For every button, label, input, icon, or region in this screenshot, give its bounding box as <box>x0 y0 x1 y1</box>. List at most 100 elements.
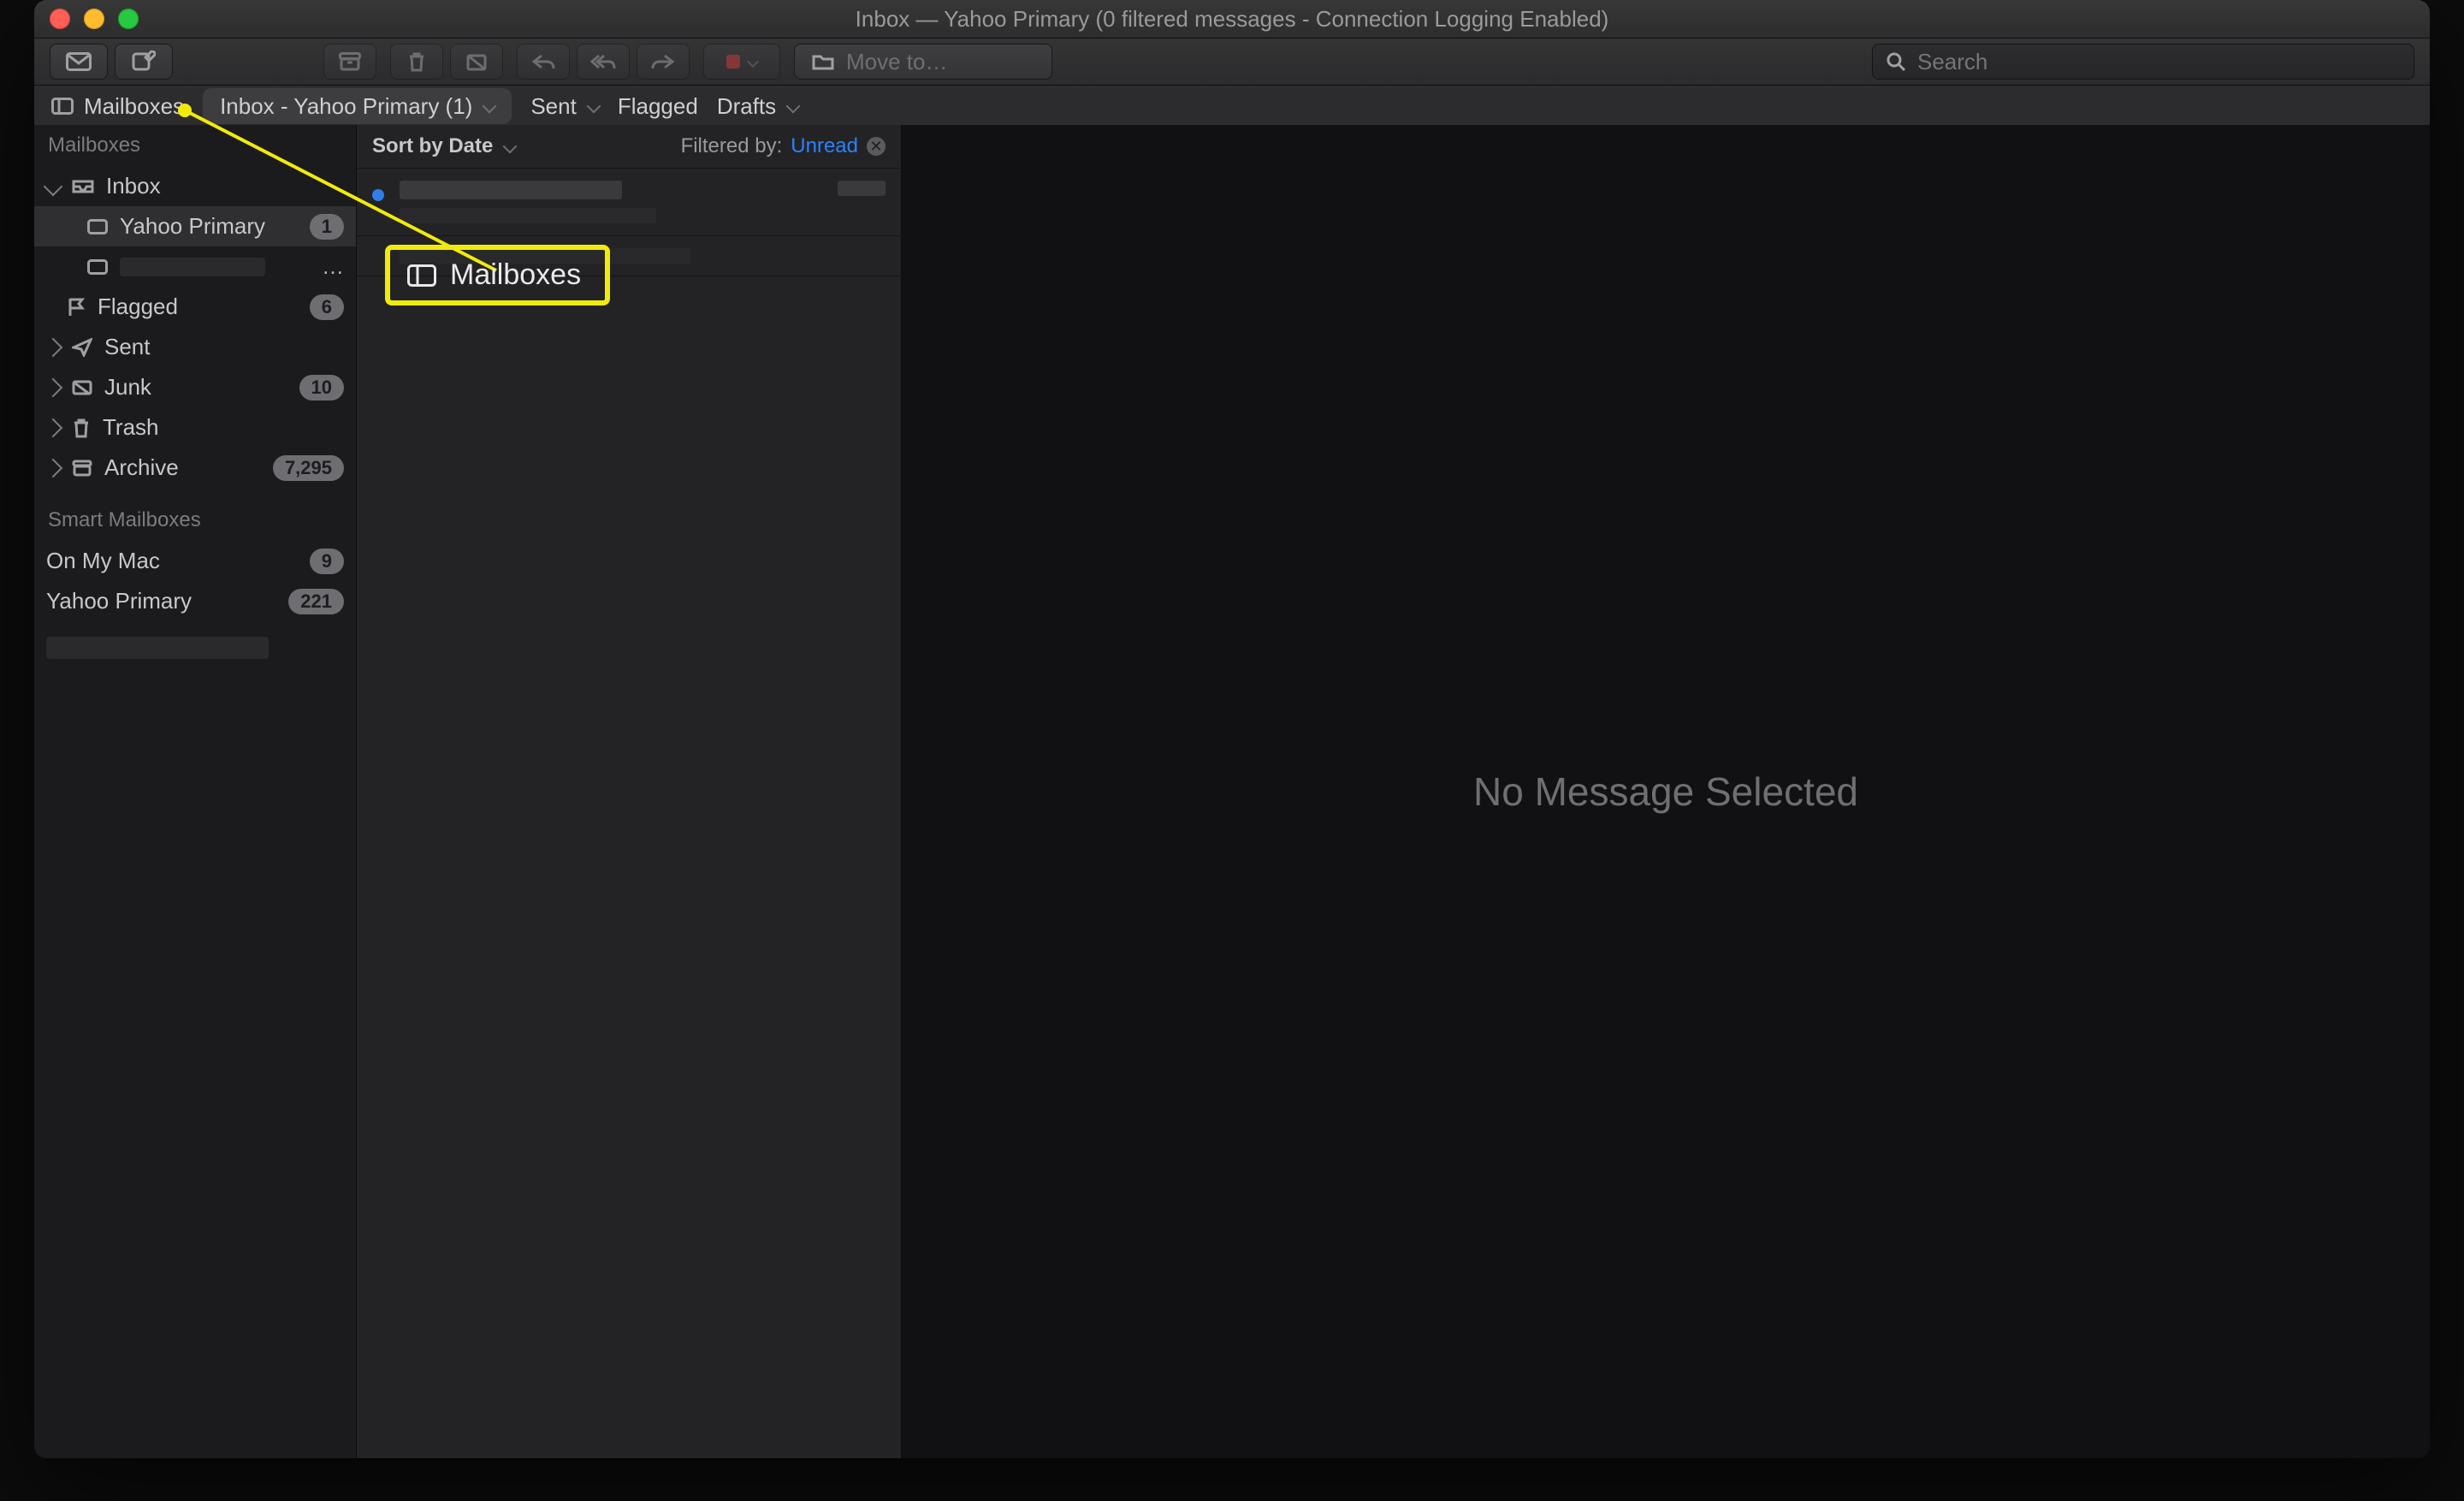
chevron-down-icon <box>747 56 759 68</box>
callout-label: Mailboxes <box>450 258 581 292</box>
search-field[interactable] <box>1872 44 2414 80</box>
window-title: Inbox — Yahoo Primary (0 filtered messag… <box>34 6 2430 33</box>
archive-icon <box>72 460 92 477</box>
chevron-down-icon <box>786 99 801 114</box>
paperplane-icon <box>72 338 92 357</box>
trash-icon <box>407 51 426 72</box>
sidebar-archive-count: 7,295 <box>273 455 344 481</box>
archive-button[interactable] <box>323 44 376 80</box>
sidebar-sent-label: Sent <box>104 334 151 360</box>
junk-button[interactable] <box>450 44 503 80</box>
mailboxes-label: Mailboxes <box>84 93 184 120</box>
mailbox-icon <box>87 259 108 275</box>
sidebar-item-junk[interactable]: Junk 10 <box>34 367 356 407</box>
mailbox-sidebar: Mailboxes Inbox Yahoo Primary 1 <box>34 125 357 1458</box>
disclosure-right-icon[interactable] <box>44 458 63 478</box>
compose-button[interactable] <box>115 44 173 80</box>
chevron-down-icon <box>483 99 497 114</box>
disclosure-right-icon[interactable] <box>44 418 63 437</box>
reply-button[interactable] <box>517 44 570 80</box>
redacted-preview <box>400 208 656 223</box>
callout-anchor-dot <box>178 104 192 117</box>
disclosure-right-icon[interactable] <box>44 377 63 397</box>
clear-filter-button[interactable]: ✕ <box>867 137 886 156</box>
redacted-time <box>838 181 886 196</box>
trash-icon <box>72 418 91 438</box>
sidebar-item-archive[interactable]: Archive 7,295 <box>34 448 356 488</box>
message-row[interactable] <box>357 169 901 236</box>
sidebar-junk-label: Junk <box>104 374 151 400</box>
sidebar-yahoo-primary-label: Yahoo Primary <box>120 213 265 240</box>
sidebar-item-sent[interactable]: Sent <box>34 327 356 367</box>
redacted-sender <box>400 181 622 199</box>
sort-label: Sort by Date <box>372 134 493 158</box>
disclosure-down-icon[interactable] <box>44 176 63 196</box>
chevron-down-icon <box>586 99 601 114</box>
sidebar-item-flagged[interactable]: Flagged 6 <box>34 287 356 327</box>
sidebar-item-trash[interactable]: Trash <box>34 407 356 448</box>
envelope-icon <box>66 52 92 71</box>
compose-icon <box>132 50 156 73</box>
toolbar: Move to… <box>34 39 2430 86</box>
sidebar-item-smart-yahoo[interactable]: Yahoo Primary 221 <box>34 581 356 621</box>
callout-mailboxes: Mailboxes <box>385 245 610 306</box>
disclosure-right-icon[interactable] <box>44 337 63 357</box>
message-row-content <box>400 181 822 223</box>
reply-all-button[interactable] <box>577 44 630 80</box>
favorite-sent[interactable]: Sent <box>530 93 599 120</box>
archive-icon <box>339 52 361 71</box>
sidebar-inbox-label: Inbox <box>106 173 161 199</box>
flag-icon <box>67 297 86 317</box>
favorite-flagged[interactable]: Flagged <box>618 93 698 120</box>
delete-button[interactable] <box>390 44 443 80</box>
search-input[interactable] <box>1916 48 2400 76</box>
move-to-placeholder: Move to… <box>846 49 948 75</box>
filter-value[interactable]: Unread <box>791 134 858 158</box>
inbox-icon <box>72 178 94 195</box>
flag-icon <box>726 55 740 68</box>
redacted-block <box>46 637 269 659</box>
flag-button[interactable] <box>703 44 780 80</box>
content-area: Mailboxes Inbox Yahoo Primary 1 <box>34 125 2430 1458</box>
message-list-header: Sort by Date Filtered by: Unread ✕ <box>357 125 901 169</box>
filter-label: Filtered by: <box>681 134 783 158</box>
sidebar-smart-yahoo-count: 221 <box>288 589 344 614</box>
sidebar-item-inbox[interactable]: Inbox <box>34 166 356 206</box>
message-list: Sort by Date Filtered by: Unread ✕ <box>357 125 902 1458</box>
mailboxes-toggle[interactable]: Mailboxes <box>51 93 184 120</box>
junk-box-icon <box>72 379 92 396</box>
get-mail-button[interactable] <box>50 44 108 80</box>
favorite-drafts-label: Drafts <box>717 93 776 120</box>
sidebar-flagged-count: 6 <box>310 294 344 320</box>
sidebar-smart-yahoo-label: Yahoo Primary <box>46 588 192 614</box>
sidebar-yahoo-primary-count: 1 <box>310 214 344 240</box>
reply-all-icon <box>590 53 616 70</box>
sidebar-item-yahoo-primary[interactable]: Yahoo Primary 1 <box>34 206 356 246</box>
junk-icon <box>466 52 487 71</box>
ellipsis-label: … <box>322 253 344 280</box>
no-message-label: No Message Selected <box>1473 768 1858 815</box>
sidebar-trash-label: Trash <box>103 414 159 441</box>
sidebar-item-smart-onmymac[interactable]: On My Mac 9 <box>34 541 356 581</box>
sort-button[interactable]: Sort by Date <box>372 134 515 158</box>
message-reader: No Message Selected <box>902 125 2430 1458</box>
titlebar: Inbox — Yahoo Primary (0 filtered messag… <box>34 0 2430 39</box>
move-to-field[interactable]: Move to… <box>794 44 1052 80</box>
favorite-drafts[interactable]: Drafts <box>717 93 798 120</box>
chevron-down-icon <box>503 139 518 154</box>
sidebar-item-redacted-account[interactable]: … <box>34 246 356 287</box>
sidebar-redacted-label <box>120 258 265 276</box>
mailbox-icon <box>87 219 108 234</box>
mail-window: Inbox — Yahoo Primary (0 filtered messag… <box>34 0 2430 1458</box>
sidebar-icon <box>407 264 436 287</box>
favorite-inbox-pill[interactable]: Inbox - Yahoo Primary (1) <box>203 88 512 124</box>
reply-icon <box>531 53 555 70</box>
folder-move-icon <box>812 53 834 70</box>
sidebar-smart-onmymac-count: 9 <box>310 549 344 574</box>
sidebar-flagged-label: Flagged <box>98 294 178 320</box>
forward-button[interactable] <box>637 44 690 80</box>
forward-icon <box>651 53 675 70</box>
sidebar-item-redacted[interactable] <box>34 630 356 666</box>
sidebar-section-smart: Smart Mailboxes <box>34 500 356 541</box>
unread-dot-icon <box>372 189 384 201</box>
